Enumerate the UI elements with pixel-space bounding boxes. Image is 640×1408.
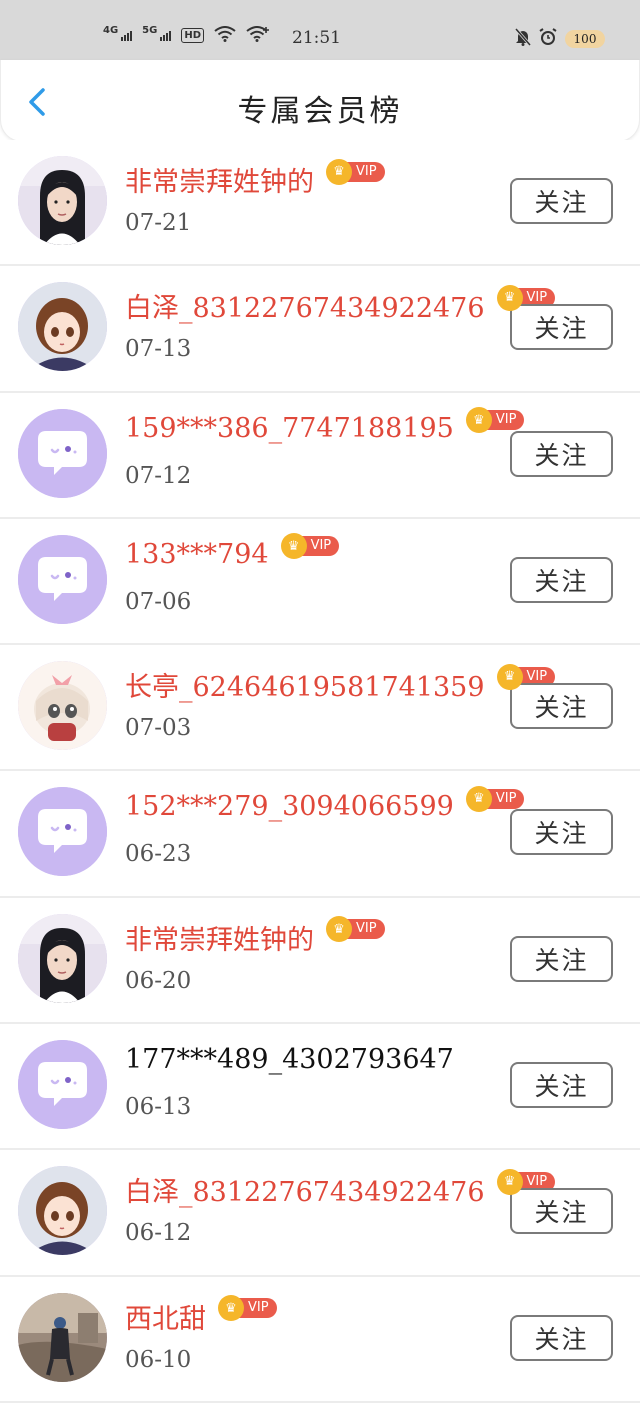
vip-badge: ♛ VIP <box>280 533 340 560</box>
member-name-text: 白泽_83122767434922476 <box>125 1177 485 1209</box>
member-name-text: 133***794 <box>125 538 269 570</box>
follow-button[interactable]: 关注 <box>510 304 613 351</box>
member-date: 07-21 <box>125 210 192 236</box>
follow-button[interactable]: 关注 <box>510 809 613 856</box>
member-name[interactable]: 159***386_7747188195 ♛ VIP <box>125 407 525 444</box>
page-title: 专属会员榜 <box>237 94 403 129</box>
member-date: 06-23 <box>125 841 192 868</box>
follow-button[interactable]: 关注 <box>510 683 613 730</box>
mute-icon <box>514 28 532 50</box>
avatar[interactable] <box>18 661 107 751</box>
member-name[interactable]: 西北甜 ♛ VIP <box>125 1295 277 1336</box>
member-date: 06-20 <box>125 967 192 994</box>
avatar[interactable] <box>18 534 107 624</box>
crown-icon: ♛ <box>465 407 492 434</box>
member-name-text: 159***386_7747188195 <box>125 412 454 444</box>
member-name-text: 西北甜 <box>125 1303 206 1335</box>
vip-badge: ♛ VIP <box>218 1295 277 1322</box>
signal-5g-icon: 5G <box>142 25 172 41</box>
status-bar: 4G 5G HD 21:51 100 <box>0 0 640 60</box>
crown-icon: ♛ <box>280 533 307 560</box>
vip-badge: ♛ VIP <box>326 916 385 943</box>
avatar[interactable] <box>18 408 107 498</box>
member-name-text: 白泽_83122767434922476 <box>125 293 485 325</box>
member-row[interactable]: 长亭_62464619581741359 ♛ VIP 07-03 关注 <box>0 645 640 772</box>
member-name[interactable]: 152***279_3094066599 ♛ VIP <box>125 785 525 823</box>
member-name-text: 非常崇拜姓钟的 <box>125 924 314 956</box>
vip-badge: ♛ VIP <box>326 158 385 185</box>
page-header: 专属会员榜 <box>0 60 640 142</box>
member-row[interactable]: 159***386_7747188195 ♛ VIP 07-12 关注 <box>0 392 640 519</box>
follow-button[interactable]: 关注 <box>510 178 613 224</box>
member-date: 07-06 <box>125 588 192 615</box>
vip-badge: ♛ VIP <box>465 785 525 812</box>
member-name[interactable]: 白泽_83122767434922476 ♛ VIP <box>125 1168 556 1209</box>
member-name[interactable]: 非常崇拜姓钟的 ♛ VIP <box>125 158 385 199</box>
crown-icon: ♛ <box>496 284 523 311</box>
member-row[interactable]: 白泽_83122767434922476 ♛ VIP 07-13 关注 <box>0 266 640 393</box>
avatar[interactable] <box>18 156 107 245</box>
member-row[interactable]: 白泽_83122767434922476 ♛ VIP 06-12 关注 <box>0 1150 640 1277</box>
battery-indicator: 100 <box>565 30 605 48</box>
avatar[interactable] <box>18 787 107 877</box>
member-date: 06-13 <box>125 1094 192 1121</box>
alarm-icon <box>539 28 557 50</box>
signal-4g-icon: 4G <box>103 25 133 41</box>
avatar[interactable] <box>18 1166 107 1256</box>
member-name[interactable]: 长亭_62464619581741359 ♛ VIP <box>125 663 556 704</box>
follow-button[interactable]: 关注 <box>510 935 613 982</box>
member-name-text: 长亭_62464619581741359 <box>125 672 485 704</box>
crown-icon: ♛ <box>465 785 492 812</box>
crown-icon: ♛ <box>496 1168 523 1195</box>
crown-icon: ♛ <box>496 663 523 690</box>
avatar[interactable] <box>18 1040 107 1130</box>
member-name-text: 177***489_4302793647 <box>125 1044 454 1076</box>
status-time: 21:51 <box>292 28 341 48</box>
member-name[interactable]: 非常崇拜姓钟的 ♛ VIP <box>125 916 385 957</box>
status-right: 100 <box>514 28 605 50</box>
avatar[interactable] <box>18 1292 107 1382</box>
wifi-icon <box>214 26 236 45</box>
member-row[interactable]: 西北甜 ♛ VIP 06-10 关注 <box>0 1276 640 1403</box>
member-date: 07-13 <box>125 336 192 363</box>
follow-button[interactable]: 关注 <box>510 1062 613 1109</box>
member-name[interactable]: 177***489_4302793647 <box>125 1044 454 1075</box>
member-name[interactable]: 133***794 ♛ VIP <box>125 533 340 570</box>
member-name[interactable]: 白泽_83122767434922476 ♛ VIP <box>125 284 556 325</box>
member-date: 07-12 <box>125 462 192 489</box>
follow-button[interactable]: 关注 <box>510 1188 613 1235</box>
member-list: 非常崇拜姓钟的 ♛ VIP 07-21 关注 白泽_83122767434922476 ♛ V… <box>0 140 640 1403</box>
member-row[interactable]: 非常崇拜姓钟的 ♛ VIP 06-20 关注 <box>0 897 640 1025</box>
follow-button[interactable]: 关注 <box>510 430 613 477</box>
member-name-text: 非常崇拜姓钟的 <box>125 167 314 198</box>
member-row[interactable]: 133***794 ♛ VIP 07-06 关注 <box>0 518 640 646</box>
member-date: 06-12 <box>125 1220 192 1247</box>
vip-badge: ♛ VIP <box>465 407 525 434</box>
hd-icon: HD <box>181 28 205 43</box>
member-name-text: 152***279_3094066599 <box>125 791 454 823</box>
wifi-hotspot-icon <box>246 26 270 45</box>
follow-button[interactable]: 关注 <box>510 556 613 603</box>
member-date: 07-03 <box>125 715 192 742</box>
member-date: 06-10 <box>125 1346 192 1373</box>
member-row[interactable]: 177***489_4302793647 06-13 关注 <box>0 1024 640 1151</box>
member-row[interactable]: 152***279_3094066599 ♛ VIP 06-23 关注 <box>0 771 640 898</box>
crown-icon: ♛ <box>218 1295 244 1322</box>
status-left: 4G 5G HD <box>103 25 270 45</box>
member-row[interactable]: 非常崇拜姓钟的 ♛ VIP 07-21 关注 <box>0 140 640 267</box>
avatar[interactable] <box>18 282 107 372</box>
crown-icon: ♛ <box>326 158 352 185</box>
avatar[interactable] <box>18 913 107 1003</box>
follow-button[interactable]: 关注 <box>510 1314 613 1361</box>
